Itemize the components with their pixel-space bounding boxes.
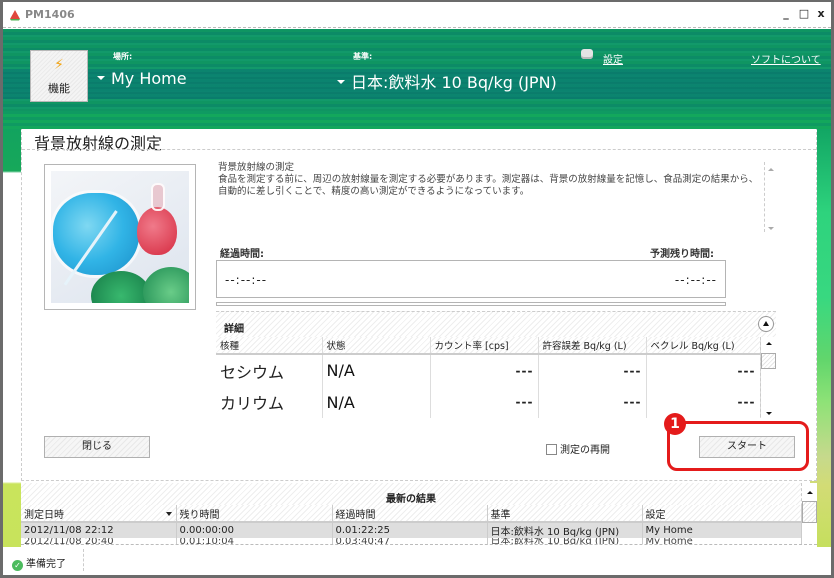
results-table: 測定日時 残り時間 経過時間 基準 設定 2012/11/08 22:12 0.…	[21, 505, 802, 546]
sort-desc-icon	[165, 511, 172, 516]
time-display: --:--:-- --:--:--	[216, 260, 726, 298]
description-scrollbar[interactable]	[764, 162, 774, 232]
becquerel-cell: ---	[646, 386, 761, 418]
table-row[interactable]: 2012/11/08 22:12 0.00:00:00 0.01:22:25 日…	[21, 522, 802, 538]
scroll-down-icon[interactable]	[766, 412, 772, 415]
maximize-button[interactable]: □	[797, 7, 811, 21]
description: 背景放射線の測定 食品を測定する前に、周辺の放射線量を測定する必要があります。測…	[218, 162, 764, 198]
scroll-thumb[interactable]	[761, 353, 776, 369]
status-bar: ✓ 準備完了	[3, 547, 831, 575]
title-bar: PM1406 _ □ x	[3, 2, 831, 28]
start-button-highlight	[667, 421, 809, 471]
lightning-icon: ⚡	[54, 57, 64, 73]
standard-value: 日本:飲料水 10 Bq/kg (JPN)	[351, 73, 557, 92]
nuclide-cell: カリウム	[216, 386, 323, 418]
details-header: 詳細	[216, 311, 776, 337]
check-circle-icon: ✓	[12, 560, 23, 571]
divider	[83, 549, 84, 571]
about-link[interactable]: ソフトについて	[751, 51, 821, 66]
tolerance-cell: ---	[538, 354, 647, 386]
standard-label: 基準:	[353, 52, 373, 61]
column-header-datetime[interactable]: 測定日時	[21, 505, 177, 523]
close-panel-button[interactable]: 閉じる	[44, 436, 150, 458]
status-cell: N/A	[322, 386, 431, 418]
column-header[interactable]: カウント率 [cps]	[430, 337, 539, 355]
scroll-up-icon[interactable]	[766, 342, 772, 345]
status-indicator: ✓ 準備完了	[12, 555, 66, 571]
standard-select[interactable]: 日本:飲料水 10 Bq/kg (JPN)	[337, 69, 557, 93]
scroll-thumb[interactable]	[802, 501, 817, 523]
column-header[interactable]: 許容誤差 Bq/kg (L)	[538, 337, 647, 355]
progress-bar	[216, 302, 726, 306]
remaining-time-value: --:--:--	[674, 273, 717, 287]
divider	[22, 149, 816, 150]
setting-cell: My Home	[642, 522, 802, 538]
elapsed-time-value: --:--:--	[225, 273, 268, 287]
scroll-up-icon[interactable]	[768, 168, 774, 171]
function-button[interactable]: ⚡ 機能	[30, 50, 88, 102]
left-decoration	[3, 129, 21, 549]
datetime-cell: 2012/11/08 22:12	[21, 522, 177, 538]
resume-measurement-checkbox[interactable]: 測定の再開	[546, 441, 610, 456]
status-text: 準備完了	[26, 559, 66, 570]
count-rate-cell: ---	[430, 386, 539, 418]
chevron-down-icon	[97, 75, 105, 80]
description-body: 食品を測定する前に、周辺の放射線量を測定する必要があります。測定器は、背景の放射…	[218, 174, 759, 197]
table-row[interactable]: セシウム N/A --- --- ---	[216, 354, 761, 386]
column-header[interactable]: 設定	[642, 505, 802, 523]
remaining-cell: 0.00:00:00	[176, 522, 333, 538]
standard-cell: 日本:飲料水 10 Bq/kg (JPN)	[487, 522, 643, 538]
lab-glassware-image	[51, 171, 189, 303]
results-header: 最新の結果	[21, 483, 801, 505]
results-scrollbar[interactable]	[801, 483, 817, 547]
settings-link[interactable]: 設定	[603, 51, 623, 66]
tolerance-cell: ---	[538, 386, 647, 418]
details-scrollbar[interactable]	[760, 337, 776, 417]
details-title: 詳細	[224, 324, 244, 335]
column-header[interactable]: ベクレル Bq/kg (L)	[646, 337, 761, 355]
details-table: 核種 状態 カウント率 [cps] 許容誤差 Bq/kg (L) ベクレル Bq…	[216, 337, 761, 418]
results-title: 最新の結果	[386, 494, 436, 505]
location-label: 場所:	[113, 52, 133, 61]
window-title: PM1406	[25, 8, 75, 21]
collapse-details-button[interactable]	[758, 316, 774, 332]
watermelon-app-icon	[10, 10, 20, 21]
app-window: PM1406 _ □ x ⚡ 機能 場所: My Home 基準: 日本:飲料水…	[0, 0, 834, 578]
column-header[interactable]: 核種	[216, 337, 323, 355]
elapsed-cell: 0.01:22:25	[332, 522, 488, 538]
resume-label: 測定の再開	[560, 445, 610, 456]
column-header[interactable]: 残り時間	[176, 505, 333, 523]
scroll-down-icon[interactable]	[768, 227, 774, 230]
location-value: My Home	[111, 69, 187, 88]
function-button-label: 機能	[48, 82, 70, 95]
settings-gear-icon	[581, 49, 593, 59]
panel-title: 背景放射線の測定	[34, 134, 163, 153]
nuclide-cell: セシウム	[216, 354, 323, 386]
column-header[interactable]: 状態	[322, 337, 431, 355]
step-number-badge: 1	[664, 413, 686, 435]
elapsed-time-label: 経過時間:	[220, 249, 264, 260]
header: ⚡ 機能 場所: My Home 基準: 日本:飲料水 10 Bq/kg (JP…	[3, 29, 831, 129]
count-rate-cell: ---	[430, 354, 539, 386]
becquerel-cell: ---	[646, 354, 761, 386]
close-button[interactable]: x	[814, 7, 828, 21]
status-cell: N/A	[322, 354, 431, 386]
column-header[interactable]: 経過時間	[332, 505, 488, 523]
checkbox-box[interactable]	[546, 444, 557, 455]
scroll-up-icon[interactable]	[807, 491, 813, 494]
lab-image-frame	[44, 164, 196, 310]
minimize-button[interactable]: _	[779, 7, 793, 21]
chevron-down-icon	[337, 79, 345, 84]
remaining-time-label: 予測残り時間:	[650, 249, 714, 260]
location-select[interactable]: My Home	[97, 69, 187, 88]
latest-results-panel: 最新の結果 測定日時 残り時間 経過時間 基準 設定 2012/11/08 22…	[21, 483, 817, 548]
column-header[interactable]: 基準	[487, 505, 643, 523]
description-title: 背景放射線の測定	[218, 162, 295, 173]
